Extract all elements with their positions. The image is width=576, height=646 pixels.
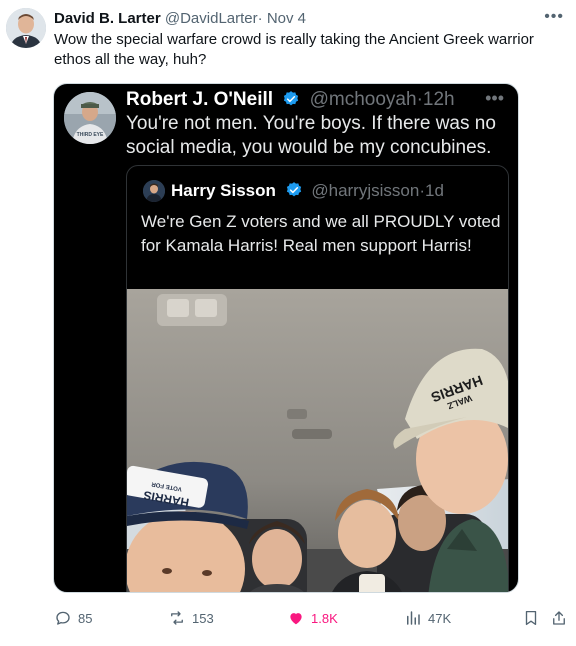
embedded-more-icon: •••	[485, 88, 504, 108]
embedded-time: 12h	[422, 89, 455, 110]
reply-button[interactable]: 85	[54, 606, 92, 630]
quoted-tweet: Harry Sisson @harryjsisson·1d We're Gen …	[126, 165, 509, 592]
like-button[interactable]: 1.8K	[287, 606, 338, 630]
share-button[interactable]	[550, 606, 574, 630]
embedded-avatar-image: THIRD EYE	[64, 92, 116, 144]
embedded-tweet-text: You're not men. You're boys. If there wa…	[126, 113, 496, 158]
repost-button[interactable]: 153	[168, 606, 214, 630]
header-separator: ·	[257, 10, 263, 27]
repost-count: 153	[192, 610, 214, 626]
verified-badge-icon	[284, 91, 299, 106]
like-count: 1.8K	[311, 610, 338, 626]
views-button[interactable]: 47K	[404, 606, 451, 630]
author-avatar-image	[6, 8, 46, 48]
embedded-author-name: Robert J. O'Neill	[126, 89, 274, 110]
heart-icon	[290, 613, 302, 625]
author-name[interactable]: David B. Larter	[54, 10, 161, 27]
quoted-verified-badge-icon	[286, 182, 301, 197]
repost-icon	[171, 611, 183, 625]
attached-image[interactable]: THIRD EYE Robert J. O'Neill @mchooyah·12…	[53, 83, 519, 593]
quoted-avatar-image	[143, 180, 165, 202]
tweet-date[interactable]: Nov 4	[267, 10, 306, 27]
outer-tweet-header: David B. Larter @DavidLarter· Nov 4	[54, 10, 306, 28]
tweet-text: Wow the special warfare crowd is really …	[54, 31, 534, 68]
bookmark-icon	[525, 610, 537, 626]
author-avatar[interactable]	[6, 8, 46, 48]
share-icon	[553, 611, 565, 625]
quoted-author-name: Harry Sisson	[171, 181, 276, 200]
tweet-action-bar: 85 153 1.8K 47K	[0, 606, 576, 630]
more-options-icon[interactable]: •••	[544, 8, 564, 26]
author-handle[interactable]: @DavidLarter	[165, 10, 258, 27]
views-icon	[407, 611, 420, 625]
quoted-author-avatar	[143, 180, 165, 202]
bookmark-button[interactable]	[522, 606, 546, 630]
reply-count: 85	[78, 610, 93, 626]
quoted-tweet-text: We're Gen Z voters and we all PROUDLY vo…	[141, 212, 501, 255]
views-count: 47K	[428, 610, 452, 626]
embedded-tweet-header: Robert J. O'Neill @mchooyah·12h	[126, 88, 455, 112]
embedded-author-avatar: THIRD EYE	[64, 92, 116, 144]
quoted-author-handle: @harryjsisson	[311, 181, 420, 200]
reply-icon	[56, 611, 70, 625]
quoted-photo: HARRIS WALZ VOTE FOR HARRIS	[127, 289, 508, 592]
quoted-time: 1d	[424, 181, 444, 200]
embedded-author-handle: @mchooyah	[309, 89, 417, 110]
avatar-shirt-text: THIRD EYE	[77, 132, 104, 138]
quoted-tweet-header: Harry Sisson @harryjsisson·1d	[171, 180, 444, 202]
